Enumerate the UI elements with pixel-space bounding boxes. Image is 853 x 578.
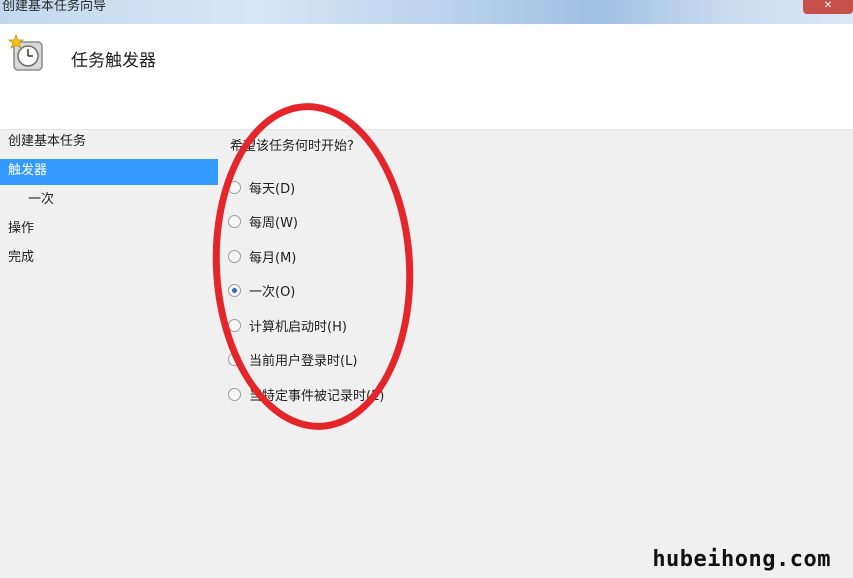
option-user-logon[interactable]: 当前用户登录时(L): [228, 343, 384, 378]
option-once-label[interactable]: 一次(O): [249, 281, 295, 300]
option-event-logged-label[interactable]: 当特定事件被记录时(E): [249, 385, 384, 404]
option-daily-label[interactable]: 每天(D): [249, 178, 295, 197]
page-title: 任务触发器: [71, 51, 156, 71]
nav-item-finish[interactable]: 完成: [0, 246, 220, 275]
clock-icon: [8, 34, 43, 71]
nav-item-once[interactable]: 一次: [0, 188, 220, 217]
nav-item-trigger[interactable]: 触发器: [0, 159, 218, 185]
wizard-header: 任务触发器: [0, 24, 853, 130]
option-weekly-label[interactable]: 每周(W): [249, 212, 298, 231]
option-computer-startup-label[interactable]: 计算机启动时(H): [249, 316, 347, 335]
radio-user-logon[interactable]: [228, 353, 241, 367]
option-monthly-label[interactable]: 每月(M): [249, 247, 296, 266]
option-daily[interactable]: 每天(D): [228, 170, 384, 205]
watermark: hubeihong.com: [652, 547, 831, 572]
radio-daily[interactable]: [228, 180, 241, 194]
title-bar: 创建基本任务向导 ✕: [0, 0, 853, 24]
wizard-steps-nav: 创建基本任务 触发器 一次 操作 完成: [0, 130, 220, 275]
option-user-logon-label[interactable]: 当前用户登录时(L): [249, 350, 357, 369]
nav-item-action[interactable]: 操作: [0, 217, 220, 246]
option-once[interactable]: 一次(O): [228, 274, 384, 309]
trigger-question: 希望该任务何时开始?: [230, 139, 354, 154]
radio-weekly[interactable]: [228, 215, 241, 229]
radio-once[interactable]: [228, 284, 241, 298]
trigger-options: 每天(D) 每周(W) 每月(M) 一次(O) 计算机启动时(H) 当前用户登录…: [228, 170, 384, 412]
radio-event-logged[interactable]: [228, 387, 241, 401]
radio-computer-startup[interactable]: [228, 318, 241, 332]
option-monthly[interactable]: 每月(M): [228, 239, 384, 274]
option-weekly[interactable]: 每周(W): [228, 205, 384, 240]
nav-item-create-basic-task[interactable]: 创建基本任务: [0, 130, 220, 159]
window-title: 创建基本任务向导: [2, 0, 107, 14]
close-button[interactable]: ✕: [803, 0, 853, 14]
option-event-logged[interactable]: 当特定事件被记录时(E): [228, 377, 384, 412]
radio-monthly[interactable]: [228, 249, 241, 263]
option-computer-startup[interactable]: 计算机启动时(H): [228, 308, 384, 343]
